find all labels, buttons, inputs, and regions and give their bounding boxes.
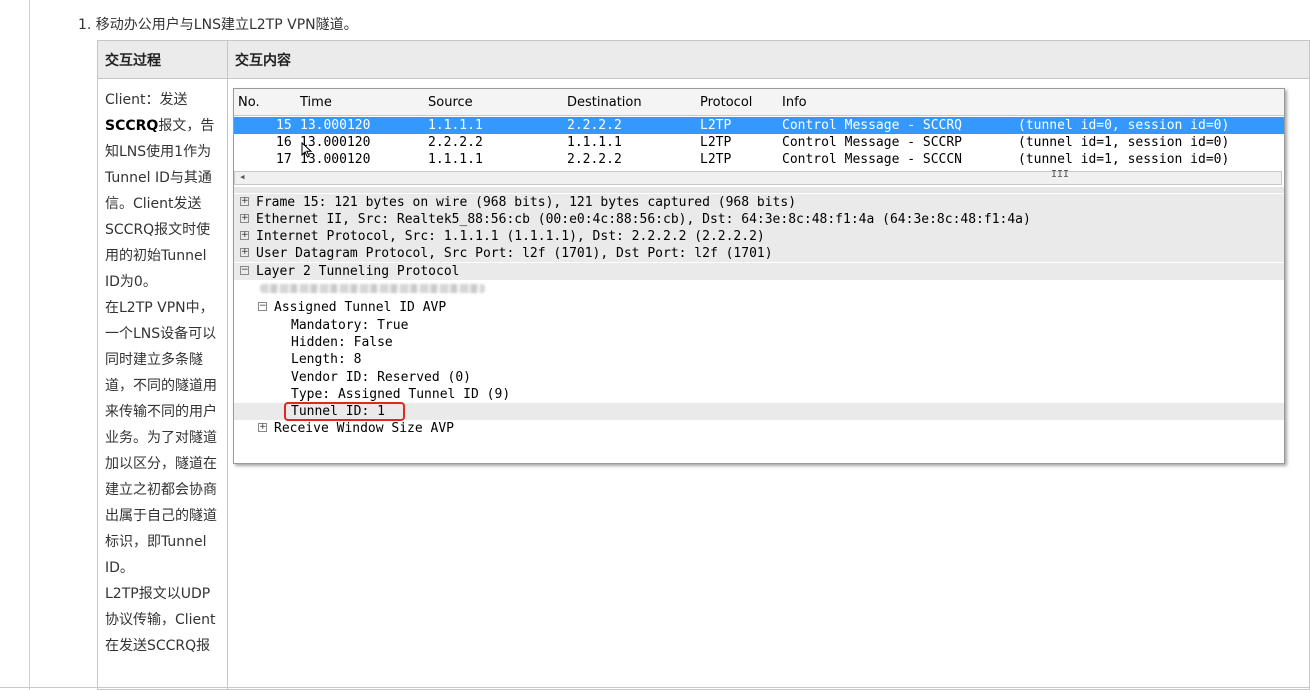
expand-plus-icon[interactable]: + — [240, 197, 249, 206]
packet-ids: (tunnel id=0, session id=0) — [1018, 118, 1230, 133]
detail-type-row[interactable]: Type: Assigned Tunnel ID (9) — [234, 386, 1284, 403]
description-paragraph-2: 在L2TP VPN中，一个LNS设备可以同时建立多条隧道，不同的隧道用来传输不同… — [105, 300, 217, 576]
detail-l2tp-row[interactable]: − Layer 2 Tunneling Protocol — [234, 263, 1284, 280]
packet-source: 2.2.2.2 — [428, 135, 483, 150]
packet-info: Control Message - SCCRQ — [782, 118, 963, 133]
detail-text: Frame 15: 121 bytes on wire (968 bits), … — [256, 195, 797, 210]
horizontal-scrollbar[interactable]: ◂ III — [234, 169, 1282, 185]
packet-info: Control Message - SCCCN — [782, 152, 963, 167]
col-protocol[interactable]: Protocol — [700, 95, 752, 110]
col-info[interactable]: Info — [782, 95, 807, 110]
packet-no: 16 — [276, 135, 292, 150]
packet-capture-screenshot: No. Time Source Destination Protocol Inf… — [233, 88, 1285, 464]
packet-destination: 1.1.1.1 — [567, 135, 622, 150]
packet-row-selected[interactable]: 15 13.000120 1.1.1.1 2.2.2.2 L2TP Contro… — [234, 117, 1284, 134]
packet-protocol: L2TP — [700, 118, 732, 133]
tunnel-id-highlight-box — [284, 402, 405, 421]
expand-plus-icon[interactable]: + — [240, 248, 249, 257]
detail-text: Assigned Tunnel ID AVP — [274, 300, 447, 315]
col-destination[interactable]: Destination — [567, 95, 642, 110]
scroll-grip[interactable]: III — [1051, 169, 1069, 180]
collapse-minus-icon[interactable]: − — [240, 266, 249, 275]
blurred-detail-row — [260, 284, 485, 293]
packet-info: Control Message - SCCRP — [782, 135, 963, 150]
col-no[interactable]: No. — [238, 95, 260, 110]
paragraph-1-text: 报文，告知LNS使用1作为Tunnel ID与其通信。Client发送SCCRQ… — [105, 118, 215, 290]
expand-plus-icon[interactable]: + — [240, 214, 249, 223]
detail-mandatory-row[interactable]: Mandatory: True — [234, 317, 1284, 334]
packet-protocol: L2TP — [700, 152, 732, 167]
detail-text: Type: Assigned Tunnel ID (9) — [291, 387, 511, 402]
packet-source: 1.1.1.1 — [428, 152, 483, 167]
packet-no: 17 — [276, 152, 292, 167]
packet-destination: 2.2.2.2 — [567, 118, 622, 133]
detail-ethernet-row[interactable]: + Ethernet II, Src: Realtek5_88:56:cb (0… — [234, 211, 1284, 228]
detail-text: Ethernet II, Src: Realtek5_88:56:cb (00:… — [256, 212, 1031, 227]
packet-row[interactable]: 17 13.000120 1.1.1.1 2.2.2.2 L2TP Contro… — [234, 151, 1284, 168]
client-label: Client：发送 — [105, 92, 188, 108]
detail-text: User Datagram Protocol, Src Port: l2f (1… — [256, 246, 773, 261]
packet-ids: (tunnel id=1, session id=0) — [1018, 152, 1230, 167]
detail-text: Layer 2 Tunneling Protocol — [256, 264, 460, 279]
pane-splitter[interactable] — [234, 187, 1284, 193]
detail-rws-row[interactable]: + Receive Window Size AVP — [234, 420, 1284, 437]
detail-length-row[interactable]: Length: 8 — [234, 351, 1284, 368]
packet-time: 13.000120 — [300, 118, 371, 133]
detail-text: Receive Window Size AVP — [274, 421, 455, 436]
collapse-minus-icon[interactable]: − — [258, 302, 267, 311]
step-heading: 1. 移动办公用户与LNS建立L2TP VPN隧道。 — [78, 17, 358, 33]
mouse-cursor-icon — [301, 142, 313, 158]
detail-frame-row[interactable]: + Frame 15: 121 bytes on wire (968 bits)… — [234, 194, 1284, 211]
detail-text: Mandatory: True — [291, 318, 409, 333]
packet-source: 1.1.1.1 — [428, 118, 483, 133]
bottom-rule — [0, 687, 1310, 688]
sccrq-keyword: SCCRQ — [105, 118, 159, 134]
col-header-process: 交互过程 — [97, 40, 228, 79]
detail-ip-row[interactable]: + Internet Protocol, Src: 1.1.1.1 (1.1.1… — [234, 228, 1284, 245]
packet-no: 15 — [276, 118, 292, 133]
detail-avp-row[interactable]: − Assigned Tunnel ID AVP — [234, 299, 1284, 316]
packet-ids: (tunnel id=1, session id=0) — [1018, 135, 1230, 150]
detail-text: Hidden: False — [291, 335, 393, 350]
detail-udp-row[interactable]: + User Datagram Protocol, Src Port: l2f … — [234, 245, 1284, 262]
packet-row[interactable]: 16 13.000120 2.2.2.2 1.1.1.1 L2TP Contro… — [234, 134, 1284, 151]
expand-plus-icon[interactable]: + — [240, 231, 249, 240]
scroll-left-icon[interactable]: ◂ — [239, 170, 246, 183]
process-description: Client：发送 SCCRQ报文，告知LNS使用1作为Tunnel ID与其通信… — [98, 79, 227, 659]
packet-list-header: No. Time Source Destination Protocol Inf… — [234, 89, 1284, 116]
description-paragraph-3: L2TP报文以UDP协议传输，Client在发送SCCRQ报 — [105, 586, 216, 654]
col-header-content: 交互内容 — [227, 40, 1310, 79]
detail-text: Internet Protocol, Src: 1.1.1.1 (1.1.1.1… — [256, 229, 765, 244]
process-cell: Client：发送 SCCRQ报文，告知LNS使用1作为Tunnel ID与其通信… — [97, 78, 228, 690]
packet-protocol: L2TP — [700, 135, 732, 150]
detail-hidden-row[interactable]: Hidden: False — [234, 334, 1284, 351]
packet-destination: 2.2.2.2 — [567, 152, 622, 167]
col-source[interactable]: Source — [428, 95, 473, 110]
detail-text: Length: 8 — [291, 352, 362, 367]
detail-vendor-row[interactable]: Vendor ID: Reserved (0) — [234, 369, 1284, 386]
expand-plus-icon[interactable]: + — [258, 423, 267, 432]
description-paragraph-1: Client：发送 SCCRQ报文，告知LNS使用1作为Tunnel ID与其通信… — [105, 87, 222, 295]
left-border-rule — [29, 0, 30, 690]
detail-text: Vendor ID: Reserved (0) — [291, 370, 472, 385]
table-header-row: 交互过程 交互内容 — [97, 40, 1310, 79]
col-time[interactable]: Time — [300, 95, 332, 110]
